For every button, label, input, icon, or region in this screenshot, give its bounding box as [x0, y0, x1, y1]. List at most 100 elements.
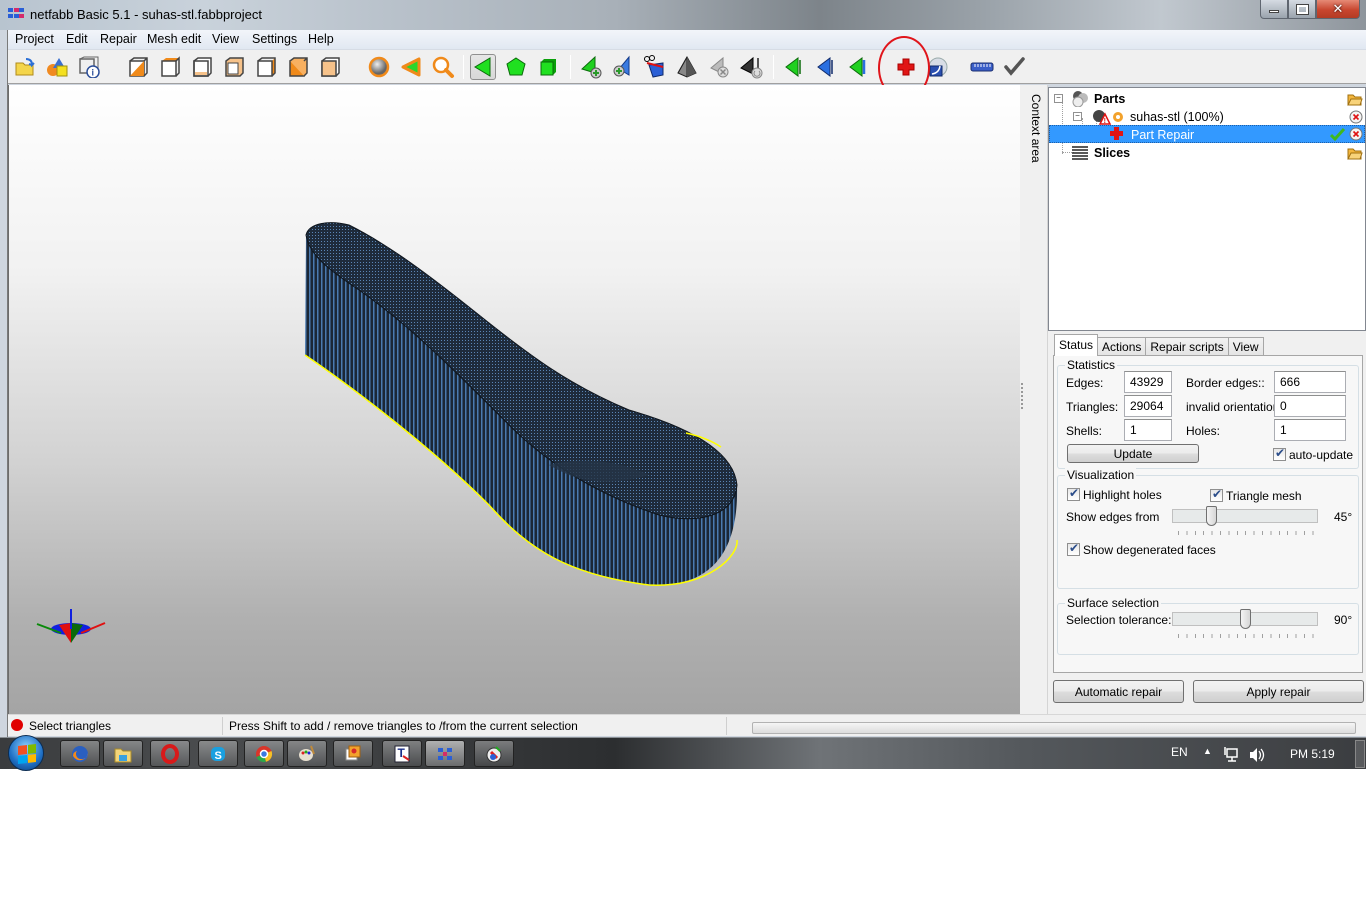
tree-item-slices[interactable]: Slices — [1049, 144, 1365, 162]
show-edges-slider[interactable] — [1172, 509, 1318, 523]
splitter-grip[interactable] — [1021, 383, 1023, 411]
clock[interactable]: PM 5:19 — [1290, 747, 1335, 761]
collapse-icon[interactable]: − — [1054, 94, 1063, 103]
select-shell-button[interactable] — [535, 54, 561, 80]
edges-label: Edges: — [1066, 376, 1104, 390]
shoe-sole-mesh[interactable] — [304, 222, 738, 586]
highlight-holes-checkbox[interactable] — [1067, 486, 1080, 501]
tree-item-part-repair[interactable]: Part Repair — [1049, 125, 1365, 143]
add-part-button[interactable] — [44, 54, 70, 80]
axis-gizmo[interactable] — [36, 609, 106, 643]
menu-edit[interactable]: Edit — [63, 32, 91, 46]
view-bottom-button[interactable] — [189, 54, 215, 80]
menu-view[interactable]: View — [209, 32, 242, 46]
shells-label: Shells: — [1066, 424, 1103, 438]
select-surface-button[interactable] — [503, 54, 529, 80]
context-area-label[interactable]: Context area — [1029, 94, 1043, 163]
tab-status[interactable]: Status — [1054, 334, 1099, 356]
view-iso-button[interactable] — [317, 54, 343, 80]
show-edges-slider-thumb[interactable] — [1205, 506, 1217, 526]
part-warning-icon: ! — [1093, 110, 1123, 125]
add-triangle-button[interactable] — [578, 54, 604, 80]
add-point-button[interactable] — [610, 54, 636, 80]
view-back-button[interactable] — [157, 54, 183, 80]
taskbar-chrome[interactable] — [244, 740, 284, 767]
taskbar-opera[interactable] — [150, 740, 190, 767]
pyramid-button[interactable] — [674, 54, 700, 80]
menu-mesh-edit[interactable]: Mesh edit — [144, 32, 204, 46]
view-front-icon — [129, 57, 148, 77]
holes-field[interactable]: 1 — [1274, 419, 1346, 441]
menu-help[interactable]: Help — [305, 32, 337, 46]
progress-bar — [752, 722, 1356, 734]
flip-blue-button[interactable] — [812, 54, 838, 80]
select-triangles-button[interactable] — [470, 54, 496, 80]
view-right-button[interactable] — [285, 54, 311, 80]
flip-green-button[interactable] — [780, 54, 806, 80]
view-left-button[interactable] — [253, 54, 279, 80]
collapse-icon[interactable]: − — [1073, 112, 1082, 121]
view-front-button[interactable] — [125, 54, 151, 80]
invalid-orientation-field[interactable]: 0 — [1274, 395, 1346, 417]
zoom-button[interactable] — [430, 54, 456, 80]
shells-field[interactable]: 1 — [1124, 419, 1172, 441]
close-repair-icon[interactable] — [1349, 127, 1363, 141]
menu-repair[interactable]: Repair — [97, 32, 140, 46]
tab-actions[interactable]: Actions — [1097, 337, 1147, 356]
tab-view[interactable]: View — [1227, 337, 1264, 356]
language-indicator[interactable]: EN — [1171, 745, 1188, 759]
flip-green-blue-button[interactable] — [844, 54, 870, 80]
3d-viewport[interactable] — [8, 85, 1020, 714]
apply-check-icon[interactable] — [1330, 127, 1346, 141]
open-project-button[interactable] — [12, 54, 38, 80]
cut-triangles-button[interactable] — [642, 54, 668, 80]
network-icon[interactable] — [1222, 746, 1240, 764]
remove-triangles-button[interactable] — [706, 54, 732, 80]
context-area-tab[interactable] — [1028, 85, 1048, 714]
taskbar-netfabb[interactable] — [425, 740, 465, 767]
repair-cross-icon — [1110, 127, 1123, 140]
folder-open-icon[interactable] — [1347, 146, 1363, 160]
automatic-repair-button[interactable]: Automatic repair — [1053, 680, 1184, 703]
maximize-button[interactable] — [1288, 0, 1316, 19]
tab-repair-scripts[interactable]: Repair scripts — [1145, 337, 1229, 356]
taskbar-text-editor[interactable]: T — [382, 740, 422, 767]
show-degenerated-checkbox[interactable] — [1067, 541, 1080, 556]
auto-update-checkbox[interactable] — [1273, 446, 1286, 461]
remove-part-icon[interactable] — [1349, 110, 1363, 124]
checkmark-button[interactable] — [1001, 54, 1027, 80]
tree-item-parts[interactable]: − Parts — [1049, 90, 1365, 108]
taskbar-explorer[interactable] — [103, 740, 143, 767]
apply-repair-button[interactable]: Apply repair — [1193, 680, 1364, 703]
taskbar-image-viewer[interactable] — [333, 740, 373, 767]
show-hidden-icons-button[interactable]: ▲ — [1203, 746, 1212, 756]
menu-settings[interactable]: Settings — [249, 32, 300, 46]
triangles-field[interactable]: 29064 — [1124, 395, 1172, 417]
remove-shells-button[interactable] — [738, 54, 764, 80]
show-desktop-button[interactable] — [1355, 740, 1365, 768]
view-top-button[interactable] — [221, 54, 247, 80]
status-hint: Press Shift to add / remove triangles to… — [229, 719, 578, 733]
taskbar-skype[interactable]: S — [198, 740, 238, 767]
start-button[interactable] — [8, 735, 44, 771]
shading-button[interactable] — [366, 54, 392, 80]
select-orange-button[interactable] — [398, 54, 424, 80]
tree-item-part[interactable]: − ! suhas-stl (100%) — [1049, 108, 1365, 126]
ruler-button[interactable] — [969, 54, 995, 80]
update-button[interactable]: Update — [1067, 444, 1199, 463]
menu-project[interactable]: Project — [12, 32, 57, 46]
volume-icon[interactable] — [1248, 746, 1266, 764]
minimize-button[interactable] — [1260, 0, 1288, 19]
taskbar-firefox[interactable] — [60, 740, 100, 767]
close-button[interactable]: ✕ — [1316, 0, 1360, 19]
taskbar-paint[interactable] — [287, 740, 327, 767]
border-edges-field[interactable]: 666 — [1274, 371, 1346, 393]
tree-label-slices: Slices — [1094, 146, 1131, 160]
triangle-mesh-checkbox[interactable] — [1210, 487, 1223, 502]
folder-open-icon[interactable] — [1347, 92, 1363, 106]
edges-field[interactable]: 43929 — [1124, 371, 1172, 393]
taskbar-graphics-app[interactable] — [474, 740, 514, 767]
cut-triangles-icon — [644, 55, 664, 78]
selection-tolerance-slider-thumb[interactable] — [1239, 609, 1251, 629]
part-info-button[interactable]: i — [76, 54, 102, 80]
